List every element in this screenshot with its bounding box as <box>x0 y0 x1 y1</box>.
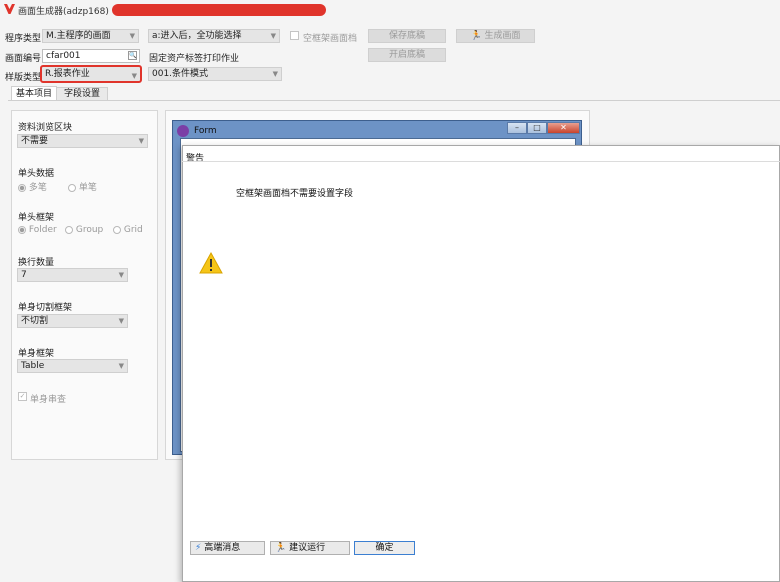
advanced-message-button[interactable]: ⚡ 高端消息 <box>190 541 265 555</box>
action-select[interactable]: a:进入后，全功能选择 ▼ <box>148 29 280 43</box>
advanced-message-label: 高端消息 <box>204 543 241 553</box>
chevron-down-icon: ▼ <box>270 32 276 40</box>
chevron-down-icon: ▼ <box>129 32 135 40</box>
window-title: 画面生成器(adzp168) <box>18 7 109 17</box>
warning-icon <box>199 251 223 277</box>
search-icon[interactable]: 🔍 <box>128 51 137 60</box>
radio-folder-label: Folder <box>28 225 57 235</box>
form-title: Form <box>194 126 217 136</box>
radio-icon <box>18 183 26 192</box>
generate-button[interactable]: 🏃 生成画面 <box>456 29 535 43</box>
dialog-header-divider <box>182 161 780 162</box>
rows-label: 换行数量 <box>18 258 55 268</box>
warning-dialog <box>182 145 780 582</box>
single-header-label: 单头数据 <box>18 169 55 179</box>
redacted-bar <box>112 4 326 16</box>
radio-multi[interactable]: 多笔 <box>18 180 47 193</box>
mode-select[interactable]: 001.条件模式 ▼ <box>148 67 282 81</box>
radio-icon <box>68 183 76 192</box>
empty-frame-checkbox[interactable] <box>290 31 299 40</box>
action-value: a:进入后，全功能选择 <box>152 31 242 41</box>
radio-group-label: Group <box>75 225 104 235</box>
body-split-select[interactable]: 不切割 ▼ <box>17 314 128 328</box>
open-draft-button[interactable]: 开启底稿 <box>368 48 446 62</box>
chevron-down-icon: ▼ <box>131 72 137 80</box>
template-label: 样版类型 <box>5 73 42 83</box>
chevron-down-icon: ▼ <box>118 317 124 325</box>
radio-icon <box>113 225 121 234</box>
ok-button[interactable]: 确定 <box>354 541 415 555</box>
radio-multi-label: 多笔 <box>28 183 47 193</box>
screen-no-value: cfar001 <box>46 51 81 61</box>
minimize-icon[interactable]: – <box>507 122 527 134</box>
template-value: R.报表作业 <box>45 69 90 79</box>
body-split-value: 不切割 <box>21 316 49 326</box>
program-type-select[interactable]: M.主程序的画面 ▼ <box>42 29 139 43</box>
body-frame-select[interactable]: Table ▼ <box>17 359 128 373</box>
save-draft-button[interactable]: 保存底稿 <box>368 29 446 43</box>
radio-group[interactable]: Group <box>65 225 103 235</box>
radio-icon <box>65 225 73 234</box>
body-frame-value: Table <box>21 361 45 371</box>
left-panel <box>11 110 158 460</box>
tab-field-settings[interactable]: 字段设置 <box>56 87 108 101</box>
lightning-icon: ⚡ <box>195 543 202 553</box>
chevron-down-icon: ▼ <box>118 362 124 370</box>
form-app-icon <box>177 125 189 137</box>
chevron-down-icon: ▼ <box>272 70 278 78</box>
program-type-value: M.主程序的画面 <box>46 31 111 41</box>
rows-value: 7 <box>21 270 27 280</box>
body-query-label: 单身串查 <box>30 395 67 405</box>
radio-single[interactable]: 单笔 <box>68 180 97 193</box>
radio-grid[interactable]: Grid <box>113 225 143 235</box>
radio-icon <box>18 225 26 234</box>
run-icon: 🏃 <box>470 31 482 41</box>
browse-select[interactable]: 不需要 ▼ <box>17 134 148 148</box>
tab-basic-items[interactable]: 基本项目 <box>11 86 57 101</box>
close-icon[interactable]: ✕ <box>547 122 580 134</box>
dialog-header: 警告 <box>186 154 205 164</box>
fixed-assets-label: 固定资产标签打印作业 <box>149 54 240 64</box>
suggest-run-label: 建议运行 <box>289 543 326 553</box>
screen-no-input[interactable]: cfar001 🔍 <box>42 49 140 63</box>
header-frame-label: 单头框架 <box>18 213 55 223</box>
body-frame-label: 单身框架 <box>18 349 55 359</box>
mode-value: 001.条件模式 <box>152 69 209 79</box>
screen-no-label: 画面编号 <box>5 54 42 64</box>
body-query-checkbox[interactable]: ✓ <box>18 392 27 401</box>
dialog-message: 空框架画面档不需要设置字段 <box>236 189 354 199</box>
suggest-run-button[interactable]: 🏃 建议运行 <box>270 541 350 555</box>
app-logo-icon <box>4 4 15 17</box>
maximize-icon[interactable]: □ <box>527 122 547 134</box>
generate-button-label: 生成画面 <box>484 31 521 41</box>
tab-divider <box>8 100 780 101</box>
run-icon: 🏃 <box>275 543 287 553</box>
radio-single-label: 单笔 <box>78 183 97 193</box>
radio-folder[interactable]: Folder <box>18 225 57 235</box>
rows-select[interactable]: 7 ▼ <box>17 268 128 282</box>
radio-grid-label: Grid <box>123 225 143 235</box>
program-type-label: 程序类型 <box>5 34 42 44</box>
chevron-down-icon: ▼ <box>138 137 144 145</box>
chevron-down-icon: ▼ <box>118 271 124 279</box>
empty-frame-label: 空框架画面档 <box>303 34 358 44</box>
browse-label: 资料浏览区块 <box>18 123 73 133</box>
template-select[interactable]: R.报表作业 ▼ <box>40 65 142 83</box>
browse-value: 不需要 <box>21 136 49 146</box>
body-split-label: 单身切割框架 <box>18 303 73 313</box>
